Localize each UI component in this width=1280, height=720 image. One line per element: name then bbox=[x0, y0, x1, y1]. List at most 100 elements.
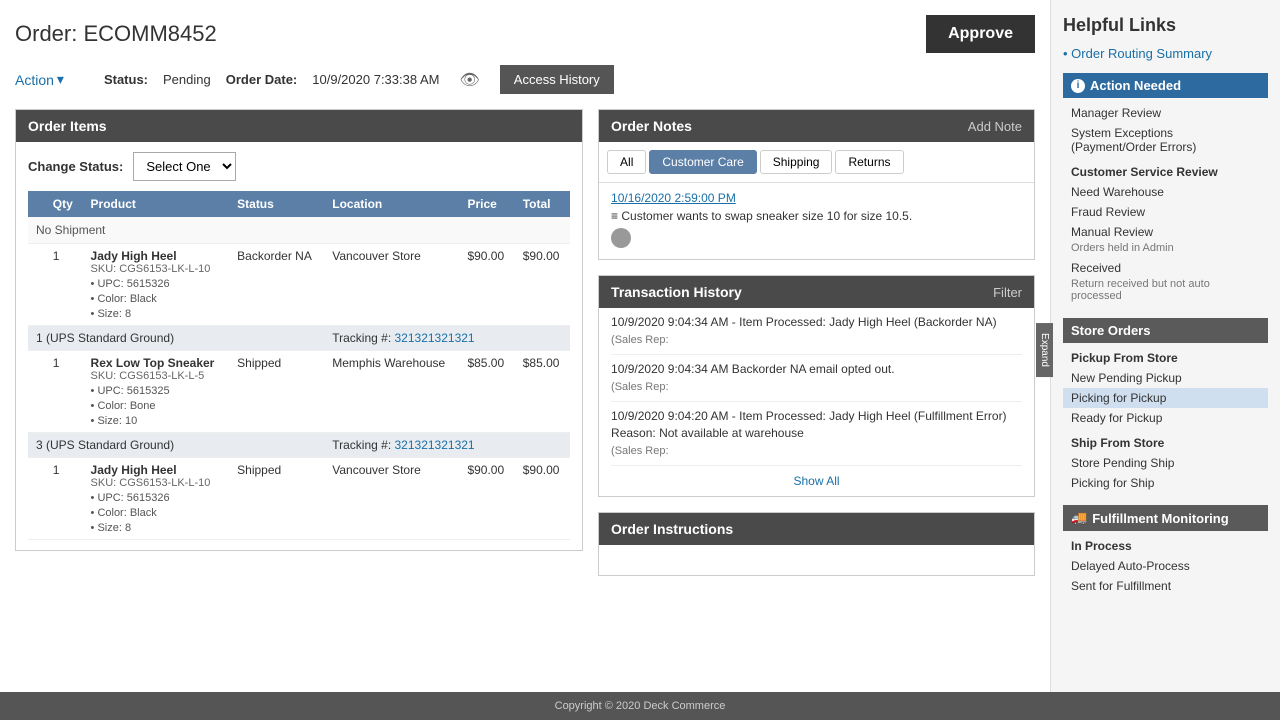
sidebar-fulfillment-label: Fulfillment Monitoring bbox=[1092, 511, 1228, 526]
item-price: $90.00 bbox=[459, 458, 514, 540]
note-text: ≡ Customer wants to swap sneaker size 10… bbox=[611, 209, 1022, 223]
order-items-table: Qty Product Status Location Price Total bbox=[28, 191, 570, 540]
note-date[interactable]: 10/16/2020 2:59:00 PM bbox=[611, 191, 1022, 205]
tab-returns[interactable]: Returns bbox=[835, 150, 903, 174]
sidebar-link-order-routing[interactable]: Order Routing Summary bbox=[1063, 46, 1268, 61]
transaction-item: 10/9/2020 9:04:34 AM Backorder NA email … bbox=[611, 355, 1022, 402]
note-avatar bbox=[611, 228, 631, 248]
sidebar-item-manager-review[interactable]: Manager Review bbox=[1063, 103, 1268, 123]
order-title: Order: ECOMM8452 bbox=[15, 21, 217, 47]
sidebar-item-delayed-auto-process[interactable]: Delayed Auto-Process bbox=[1063, 556, 1268, 576]
item-location: Memphis Warehouse bbox=[324, 351, 459, 433]
item-checkbox bbox=[28, 244, 45, 326]
transaction-items: 10/9/2020 9:04:34 AM - Item Processed: J… bbox=[599, 308, 1034, 496]
item-product: Rex Low Top Sneaker SKU: CGS6153-LK-L-5 … bbox=[83, 351, 230, 433]
tab-shipping[interactable]: Shipping bbox=[760, 150, 833, 174]
order-date-label: Order Date: bbox=[226, 72, 298, 87]
item-status: Backorder NA bbox=[229, 244, 324, 326]
sidebar-item-return-received: Return received but not auto processed bbox=[1063, 278, 1268, 306]
sidebar-item-pickup-from-store[interactable]: Pickup From Store bbox=[1063, 348, 1268, 368]
approve-button[interactable]: Approve bbox=[926, 15, 1035, 53]
truck-icon: 🚚 bbox=[1071, 510, 1087, 526]
access-history-button[interactable]: Access History bbox=[500, 65, 614, 94]
order-date-value: 10/9/2020 7:33:38 AM bbox=[312, 72, 439, 87]
no-shipment-label: No Shipment bbox=[28, 217, 570, 244]
shipment-group-label: 3 (UPS Standard Ground) bbox=[28, 433, 324, 458]
table-row: 1 Jady High Heel SKU: CGS6153-LK-L-10 • … bbox=[28, 244, 570, 326]
tab-all[interactable]: All bbox=[607, 150, 646, 174]
sidebar-store-orders-header: Store Orders bbox=[1063, 318, 1268, 343]
sidebar-item-ship-from-store[interactable]: Ship From Store bbox=[1063, 433, 1268, 453]
item-total: $90.00 bbox=[515, 458, 570, 540]
sidebar-item-need-warehouse[interactable]: Need Warehouse bbox=[1063, 182, 1268, 202]
item-checkbox bbox=[28, 351, 45, 433]
tracking-link-2[interactable]: 321321321321 bbox=[395, 438, 475, 452]
order-notes-box: Order Notes Add Note All Customer Care S… bbox=[598, 109, 1035, 260]
transaction-item: 10/9/2020 9:04:20 AM - Item Processed: J… bbox=[611, 402, 1022, 466]
sidebar-item-manual-review[interactable]: Manual Review bbox=[1063, 222, 1268, 242]
item-price: $90.00 bbox=[459, 244, 514, 326]
footer-text: Copyright © 2020 Deck Commerce bbox=[555, 700, 726, 712]
order-instructions-box: Order Instructions bbox=[598, 512, 1035, 576]
item-product: Jady High Heel SKU: CGS6153-LK-L-10 • UP… bbox=[83, 458, 230, 540]
item-checkbox bbox=[28, 458, 45, 540]
sidebar-store-orders-label: Store Orders bbox=[1071, 323, 1150, 338]
tracking-link[interactable]: 321321321321 bbox=[395, 331, 475, 345]
sidebar-item-received[interactable]: Received bbox=[1063, 258, 1268, 278]
sidebar-item-ready-for-pickup[interactable]: Ready for Pickup bbox=[1063, 408, 1268, 428]
col-location: Location bbox=[324, 191, 459, 217]
item-total: $90.00 bbox=[515, 244, 570, 326]
order-notes-header: Order Notes Add Note bbox=[599, 110, 1034, 142]
sidebar-item-picking-for-ship[interactable]: Picking for Ship bbox=[1063, 473, 1268, 493]
shipment-group-label: 1 (UPS Standard Ground) bbox=[28, 326, 324, 351]
transaction-history-header: Transaction History Filter bbox=[599, 276, 1034, 308]
col-empty bbox=[28, 191, 45, 217]
sidebar-section-fulfillment: 🚚 Fulfillment Monitoring In Process Dela… bbox=[1063, 505, 1268, 596]
sidebar-item-new-pending-pickup[interactable]: New Pending Pickup bbox=[1063, 368, 1268, 388]
status-value: Pending bbox=[163, 72, 211, 87]
table-row: 1 Jady High Heel SKU: CGS6153-LK-L-10 • … bbox=[28, 458, 570, 540]
sidebar-item-picking-for-pickup[interactable]: Picking for Pickup bbox=[1063, 388, 1268, 408]
eye-icon[interactable]: 👁 bbox=[459, 70, 479, 90]
item-qty: 1 bbox=[45, 244, 83, 326]
sidebar-item-store-pending-ship[interactable]: Store Pending Ship bbox=[1063, 453, 1268, 473]
order-instructions-header: Order Instructions bbox=[599, 513, 1034, 545]
no-shipment-row: No Shipment bbox=[28, 217, 570, 244]
sidebar-item-sent-for-fulfillment[interactable]: Sent for Fulfillment bbox=[1063, 576, 1268, 596]
notes-tabs: All Customer Care Shipping Returns bbox=[599, 142, 1034, 183]
order-notes-title: Order Notes bbox=[611, 118, 692, 134]
transaction-history-title: Transaction History bbox=[611, 284, 742, 300]
col-status: Status bbox=[229, 191, 324, 217]
item-price: $85.00 bbox=[459, 351, 514, 433]
expand-tab[interactable]: Expand bbox=[1036, 323, 1053, 377]
shipment-tracking: Tracking #: 321321321321 bbox=[324, 326, 570, 351]
show-all-link[interactable]: Show All bbox=[611, 466, 1022, 496]
change-status-select[interactable]: Select One bbox=[133, 152, 236, 181]
item-qty: 1 bbox=[45, 351, 83, 433]
item-qty: 1 bbox=[45, 458, 83, 540]
shipment-group-row: 1 (UPS Standard Ground) Tracking #: 3213… bbox=[28, 326, 570, 351]
sidebar-item-in-process[interactable]: In Process bbox=[1063, 536, 1268, 556]
sidebar: Helpful Links Order Routing Summary i Ac… bbox=[1050, 0, 1280, 720]
sidebar-action-needed-label: Action Needed bbox=[1090, 78, 1181, 93]
sidebar-item-customer-service-review[interactable]: Customer Service Review bbox=[1063, 162, 1268, 182]
order-id: ECOMM8452 bbox=[83, 21, 216, 46]
item-location: Vancouver Store bbox=[324, 458, 459, 540]
filter-button[interactable]: Filter bbox=[993, 285, 1022, 300]
col-product: Product bbox=[83, 191, 230, 217]
note-item: 10/16/2020 2:59:00 PM ≡ Customer wants t… bbox=[599, 183, 1034, 259]
footer: Copyright © 2020 Deck Commerce bbox=[0, 692, 1280, 720]
sidebar-item-fraud-review[interactable]: Fraud Review bbox=[1063, 202, 1268, 222]
sidebar-item-system-exceptions[interactable]: System Exceptions (Payment/Order Errors) bbox=[1063, 123, 1268, 157]
col-price: Price bbox=[459, 191, 514, 217]
shipment-tracking: Tracking #: 321321321321 bbox=[324, 433, 570, 458]
order-label: Order: bbox=[15, 21, 77, 46]
tab-customer-care[interactable]: Customer Care bbox=[649, 150, 756, 174]
info-icon: i bbox=[1071, 79, 1085, 93]
change-status-label: Change Status: bbox=[28, 159, 123, 174]
action-dropdown[interactable]: Action bbox=[15, 71, 64, 88]
item-status: Shipped bbox=[229, 458, 324, 540]
col-total: Total bbox=[515, 191, 570, 217]
add-note-button[interactable]: Add Note bbox=[968, 119, 1022, 134]
transaction-item: 10/9/2020 9:04:34 AM - Item Processed: J… bbox=[611, 308, 1022, 355]
